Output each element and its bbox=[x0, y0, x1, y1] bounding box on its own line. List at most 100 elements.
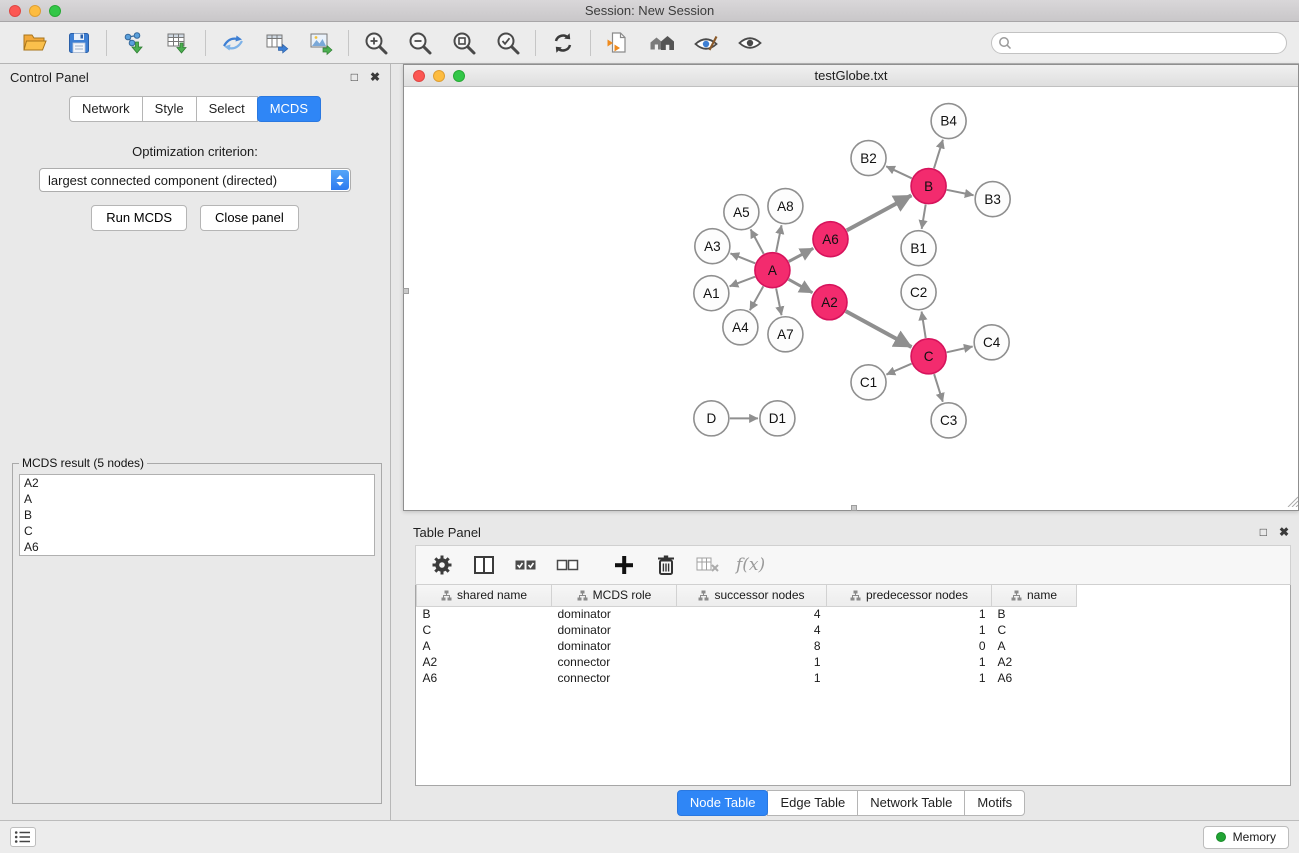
result-item[interactable]: A bbox=[20, 491, 374, 507]
table-row[interactable]: A6connector11A6 bbox=[417, 670, 1077, 686]
graph-edge-A2-C[interactable] bbox=[846, 311, 912, 347]
select-all-button[interactable] bbox=[512, 551, 540, 579]
delete-table-button[interactable] bbox=[694, 551, 722, 579]
search-input[interactable] bbox=[991, 32, 1287, 54]
table-cell[interactable]: C bbox=[417, 622, 552, 638]
save-session-button[interactable] bbox=[61, 26, 97, 60]
table-cell[interactable]: dominator bbox=[552, 606, 677, 622]
table-cell[interactable]: A2 bbox=[417, 654, 552, 670]
graph-edge-A-A7[interactable] bbox=[776, 288, 781, 315]
export-image-button[interactable] bbox=[303, 26, 339, 60]
graph-edge-A6-B[interactable] bbox=[847, 195, 912, 230]
close-window-button[interactable] bbox=[9, 5, 21, 17]
show-columns-button[interactable] bbox=[470, 551, 498, 579]
zoom-fit-button[interactable] bbox=[446, 26, 482, 60]
graph-edge-B-B1[interactable] bbox=[922, 204, 926, 228]
table-row[interactable]: A2connector11A2 bbox=[417, 654, 1077, 670]
zoom-in-button[interactable] bbox=[358, 26, 394, 60]
mcds-result-list[interactable]: A2ABCA6 bbox=[19, 474, 375, 556]
minimize-window-button[interactable] bbox=[29, 5, 41, 17]
table-settings-button[interactable] bbox=[428, 551, 456, 579]
zoom-selected-button[interactable] bbox=[490, 26, 526, 60]
criterion-dropdown[interactable]: largest connected component (directed) bbox=[39, 168, 351, 192]
float-panel-icon[interactable]: □ bbox=[351, 71, 358, 83]
task-history-button[interactable] bbox=[10, 827, 36, 847]
add-column-button[interactable] bbox=[610, 551, 638, 579]
table-cell[interactable]: A2 bbox=[992, 654, 1077, 670]
table-cell[interactable]: B bbox=[417, 606, 552, 622]
table-cell[interactable]: 0 bbox=[827, 638, 992, 654]
graph-edge-A-A6[interactable] bbox=[789, 248, 814, 261]
column-header-shared-name[interactable]: shared name bbox=[417, 585, 552, 606]
network-graph[interactable]: B4B2BB3A5A8A6B1A3AC2A1A2A4A7CC4C1C3DD1 bbox=[404, 87, 1298, 510]
table-cell[interactable]: 1 bbox=[677, 670, 827, 686]
zoom-out-button[interactable] bbox=[402, 26, 438, 60]
table-cell[interactable]: 1 bbox=[827, 670, 992, 686]
delete-column-button[interactable] bbox=[652, 551, 680, 579]
graph-edge-C-C2[interactable] bbox=[922, 312, 926, 338]
table-cell[interactable]: 8 bbox=[677, 638, 827, 654]
table-row[interactable]: Bdominator41B bbox=[417, 606, 1077, 622]
show-hide-button[interactable] bbox=[732, 26, 768, 60]
refresh-layout-button[interactable] bbox=[545, 26, 581, 60]
tab-network[interactable]: Network bbox=[69, 96, 143, 122]
graph-edge-A-A5[interactable] bbox=[751, 229, 764, 254]
resize-handle-left[interactable] bbox=[403, 288, 409, 294]
fullscreen-window-button[interactable] bbox=[49, 5, 61, 17]
result-item[interactable]: A2 bbox=[20, 475, 374, 491]
table-cell[interactable]: 1 bbox=[827, 622, 992, 638]
table-cell[interactable]: 4 bbox=[677, 606, 827, 622]
table-cell[interactable]: 1 bbox=[827, 606, 992, 622]
run-mcds-button[interactable]: Run MCDS bbox=[91, 205, 187, 231]
table-row[interactable]: Adominator80A bbox=[417, 638, 1077, 654]
import-table-button[interactable] bbox=[160, 26, 196, 60]
tab-style[interactable]: Style bbox=[142, 96, 197, 122]
column-header-successor-nodes[interactable]: successor nodes bbox=[677, 585, 827, 606]
export-network-button[interactable] bbox=[215, 26, 251, 60]
tab-select[interactable]: Select bbox=[196, 96, 258, 122]
table-cell[interactable]: B bbox=[992, 606, 1077, 622]
tab-motifs[interactable]: Motifs bbox=[964, 790, 1025, 816]
table-cell[interactable]: connector bbox=[552, 654, 677, 670]
graph-edge-C-C4[interactable] bbox=[947, 346, 973, 352]
network-maximize-button[interactable] bbox=[453, 70, 465, 82]
table-cell[interactable]: A bbox=[992, 638, 1077, 654]
table-cell[interactable]: A bbox=[417, 638, 552, 654]
home-button[interactable] bbox=[644, 26, 680, 60]
graphics-details-button[interactable] bbox=[688, 26, 724, 60]
close-table-panel-icon[interactable]: ✖ bbox=[1279, 526, 1289, 538]
close-panel-button[interactable]: Close panel bbox=[200, 205, 299, 231]
result-item[interactable]: B bbox=[20, 507, 374, 523]
function-builder-button[interactable]: f(x) bbox=[736, 551, 765, 579]
resize-handle-bottom[interactable] bbox=[851, 505, 857, 511]
resize-handle-corner[interactable] bbox=[1285, 494, 1298, 510]
graph-edge-C-C3[interactable] bbox=[934, 374, 943, 402]
graph-edge-A-A2[interactable] bbox=[789, 279, 813, 292]
open-file-button[interactable] bbox=[17, 26, 53, 60]
table-cell[interactable]: 4 bbox=[677, 622, 827, 638]
close-panel-icon[interactable]: ✖ bbox=[370, 71, 380, 83]
table-cell[interactable]: dominator bbox=[552, 622, 677, 638]
table-cell[interactable]: connector bbox=[552, 670, 677, 686]
table-cell[interactable]: C bbox=[992, 622, 1077, 638]
graph-edge-A-A1[interactable] bbox=[730, 277, 756, 287]
network-file-button[interactable] bbox=[600, 26, 636, 60]
table-cell[interactable]: A6 bbox=[992, 670, 1077, 686]
table-row[interactable]: Cdominator41C bbox=[417, 622, 1077, 638]
export-table-button[interactable] bbox=[259, 26, 295, 60]
float-table-panel-icon[interactable]: □ bbox=[1260, 526, 1267, 538]
table-cell[interactable]: A6 bbox=[417, 670, 552, 686]
table-cell[interactable]: 1 bbox=[827, 654, 992, 670]
graph-edge-B-B4[interactable] bbox=[934, 140, 943, 169]
graph-edge-A-A3[interactable] bbox=[730, 253, 755, 263]
graph-edge-B-B2[interactable] bbox=[886, 166, 912, 178]
tab-edge-table[interactable]: Edge Table bbox=[767, 790, 858, 816]
network-close-button[interactable] bbox=[413, 70, 425, 82]
column-header-mcds-role[interactable]: MCDS role bbox=[552, 585, 677, 606]
graph-edge-C-C1[interactable] bbox=[886, 364, 911, 375]
graph-edge-A-A4[interactable] bbox=[750, 286, 763, 310]
graph-edge-A-A8[interactable] bbox=[776, 225, 781, 252]
deselect-all-button[interactable] bbox=[554, 551, 582, 579]
network-window-titlebar[interactable]: testGlobe.txt bbox=[404, 65, 1298, 87]
tab-node-table[interactable]: Node Table bbox=[677, 790, 769, 816]
